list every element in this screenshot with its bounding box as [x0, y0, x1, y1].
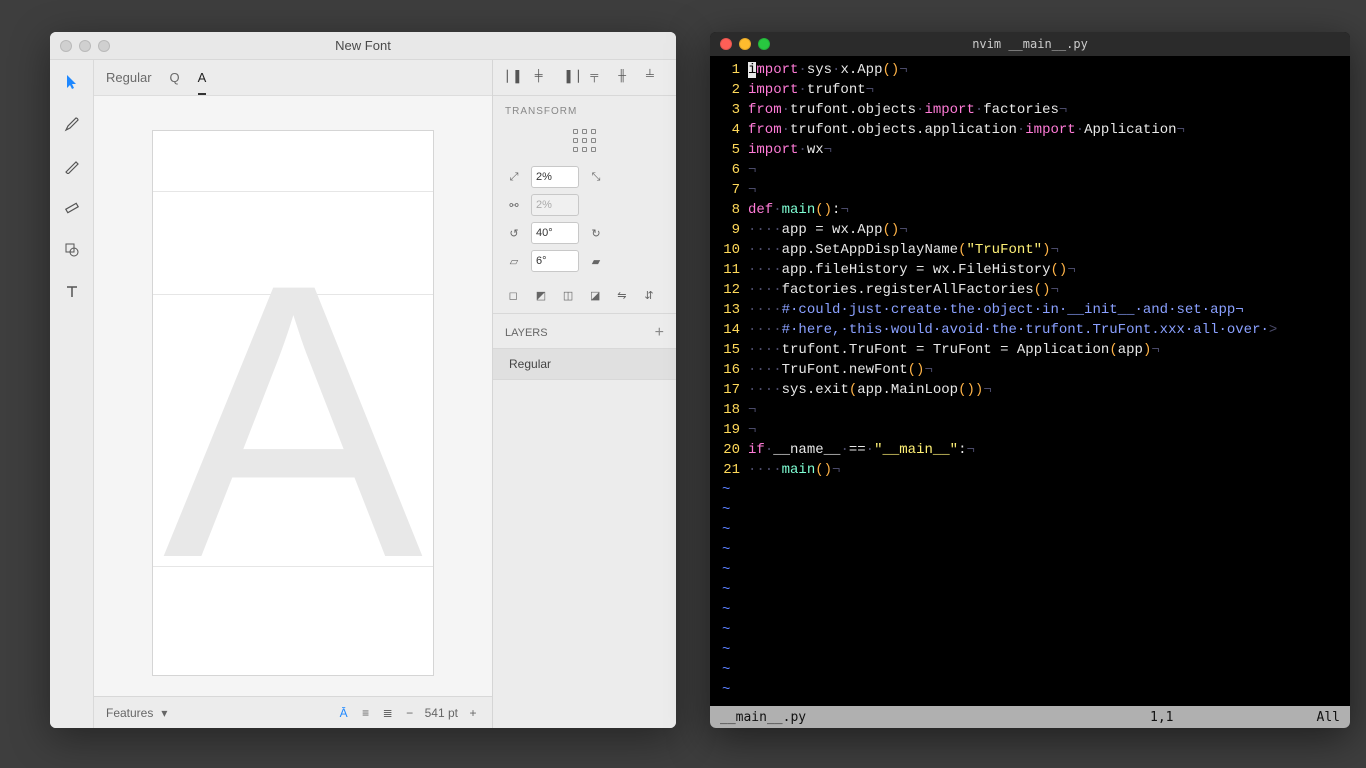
union-icon[interactable]: ◻: [509, 289, 525, 305]
terminal-titlebar[interactable]: nvim __main__.py: [710, 32, 1350, 56]
scale-apply-icon[interactable]: ⤡: [587, 171, 605, 184]
status-percent: All: [1300, 710, 1340, 725]
subtract-icon[interactable]: ◩: [536, 289, 552, 305]
skew-left-icon[interactable]: ▱: [505, 255, 523, 268]
status-position: 1,1: [1150, 710, 1300, 725]
align-top-icon[interactable]: ╤: [590, 70, 606, 86]
shapes-tool[interactable]: [60, 238, 84, 262]
skew-input[interactable]: [531, 250, 579, 272]
link-icon[interactable]: ⚯: [505, 199, 523, 212]
rotate-cw-icon[interactable]: ↻: [587, 227, 605, 240]
window-title: New Font: [50, 38, 676, 53]
mirror-h-icon[interactable]: ⇋: [617, 289, 633, 305]
layer-item[interactable]: Regular: [493, 348, 676, 380]
knife-tool[interactable]: [60, 154, 84, 178]
kerning-icon[interactable]: Ā: [337, 706, 351, 720]
tab-style[interactable]: Regular: [106, 70, 152, 85]
terminal-status: __main__.py 1,1 All: [710, 706, 1350, 728]
select-tool[interactable]: [60, 70, 84, 94]
layers-label: LAYERS: [505, 327, 548, 339]
add-layer-button[interactable]: +: [655, 324, 664, 342]
transform-label: TRANSFORM: [493, 96, 676, 123]
align-left-icon[interactable]: ▏▌: [507, 70, 523, 86]
align-right-icon[interactable]: ≣: [381, 706, 395, 720]
status-filename: __main__.py: [720, 710, 1150, 725]
zoom-out-icon[interactable]: −: [403, 706, 417, 720]
xor-icon[interactable]: ◪: [590, 289, 606, 305]
rotate-ccw-icon[interactable]: ↺: [505, 227, 523, 240]
terminal-window: nvim __main__.py 1import·sys·x.App()¬2im…: [710, 32, 1350, 728]
rotate-input[interactable]: [531, 222, 579, 244]
traffic-lights-inactive[interactable]: [60, 40, 110, 52]
font-editor-window: New Font Regular Q A A: [50, 32, 676, 728]
font-titlebar[interactable]: New Font: [50, 32, 676, 60]
glyph-tabs: Regular Q A: [94, 60, 492, 96]
align-vcenter-icon[interactable]: ╫: [618, 70, 634, 86]
glyph-preview: A: [163, 226, 423, 616]
scale-input[interactable]: [531, 166, 579, 188]
point-size[interactable]: 541 pt: [425, 706, 458, 720]
intersect-icon[interactable]: ◫: [563, 289, 579, 305]
transform-origin-grid[interactable]: [493, 123, 676, 163]
zoom-in-icon[interactable]: +: [466, 706, 480, 720]
align-toolbar: ▏▌ ╪ ▐▕ ╤ ╫ ╧: [493, 60, 676, 96]
pen-tool[interactable]: [60, 112, 84, 136]
tab-a[interactable]: A: [198, 70, 207, 85]
ruler-tool[interactable]: [60, 196, 84, 220]
align-hcenter-icon[interactable]: ╪: [535, 70, 551, 86]
terminal-title: nvim __main__.py: [710, 37, 1350, 51]
chevron-down-icon: ▾: [157, 706, 171, 720]
inspector-panel: ▏▌ ╪ ▐▕ ╤ ╫ ╧ TRANSFORM ⤢ ⤡ ⚯ ↺ ↻: [492, 60, 676, 728]
align-left-icon[interactable]: ≡: [359, 706, 373, 720]
features-menu[interactable]: Features: [106, 706, 153, 720]
glyph-canvas[interactable]: A: [152, 130, 434, 676]
mirror-v-icon[interactable]: ⇵: [644, 289, 660, 305]
scale-linked-input: [531, 194, 579, 216]
align-right-icon[interactable]: ▐▕: [563, 70, 579, 86]
tool-column: [50, 60, 94, 728]
canvas-footer: Features ▾ Ā ≡ ≣ − 541 pt +: [94, 696, 492, 728]
boolean-ops: ◻ ◩ ◫ ◪ ⇋ ⇵: [493, 281, 676, 314]
text-tool[interactable]: [60, 280, 84, 304]
skew-right-icon[interactable]: ▰: [587, 255, 605, 268]
align-bottom-icon[interactable]: ╧: [646, 70, 662, 86]
tab-q[interactable]: Q: [170, 70, 180, 85]
scale-icon: ⤢: [505, 171, 523, 184]
terminal-body[interactable]: 1import·sys·x.App()¬2import·trufont¬3fro…: [710, 56, 1350, 706]
